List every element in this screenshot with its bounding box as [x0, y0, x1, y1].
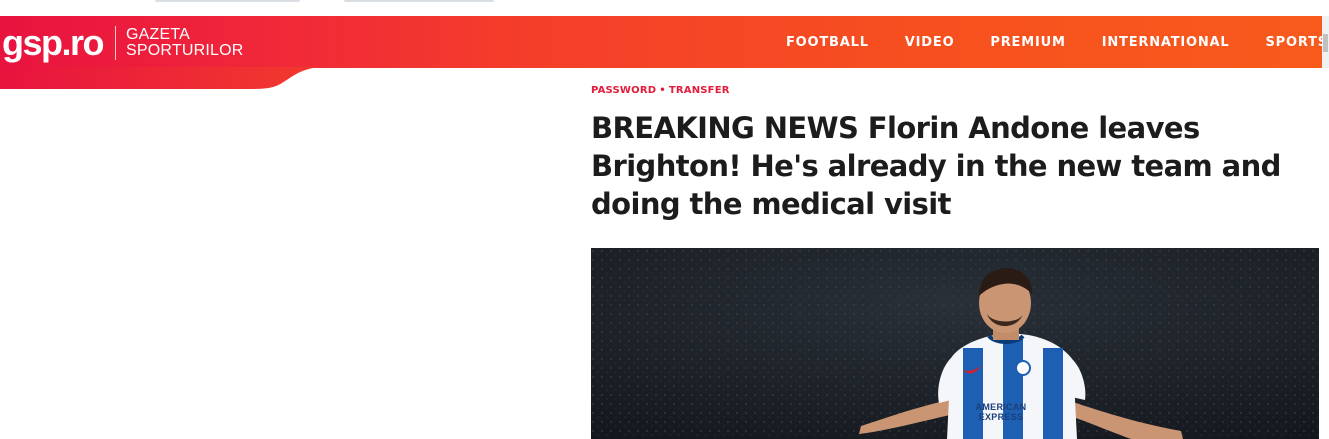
logo-tagline-line2: SPORTURILOR [126, 42, 244, 59]
ghost-tab [155, 0, 300, 2]
breadcrumb-separator: • [659, 85, 666, 96]
main-nav: FOOTBALL VIDEO PREMIUM INTERNATIONAL SPO… [786, 16, 1329, 68]
logo-divider [115, 26, 117, 60]
jersey-sponsor-line2: EXPRESS [978, 412, 1024, 422]
breadcrumb: PASSWORD • TRANSFER [591, 85, 730, 96]
logo-wordmark: gsp.ro [2, 22, 105, 63]
article-hero-image[interactable]: AMERICAN EXPRESS [591, 248, 1319, 439]
nav-scrollbar-thumb[interactable] [1323, 34, 1328, 52]
jersey-sponsor: AMERICAN EXPRESS [961, 402, 1041, 422]
breadcrumb-password[interactable]: PASSWORD [591, 85, 656, 96]
site-logo[interactable]: gsp.ro GAZETA SPORTURILOR [2, 22, 244, 63]
breadcrumb-transfer[interactable]: TRANSFER [669, 85, 730, 96]
header-logo-curve [0, 67, 320, 91]
page: gsp.ro GAZETA SPORTURILOR FOOTBALL VIDEO… [0, 0, 1329, 439]
nav-item-video[interactable]: VIDEO [905, 35, 955, 50]
nav-item-international[interactable]: INTERNATIONAL [1102, 35, 1230, 50]
browser-top-strip [0, 0, 1329, 16]
nav-item-sports[interactable]: SPORTS [1266, 35, 1328, 50]
logo-tagline-line1: GAZETA [126, 26, 191, 43]
ghost-tab [344, 0, 494, 2]
jersey-sponsor-line1: AMERICAN [975, 402, 1027, 412]
logo-tagline: GAZETA SPORTURILOR [126, 27, 243, 59]
nav-item-premium[interactable]: PREMIUM [990, 35, 1065, 50]
nav-scrollbar[interactable] [1322, 16, 1329, 68]
nav-item-football[interactable]: FOOTBALL [786, 35, 869, 50]
article-headline: BREAKING NEWS Florin Andone leaves Brigh… [591, 111, 1281, 221]
